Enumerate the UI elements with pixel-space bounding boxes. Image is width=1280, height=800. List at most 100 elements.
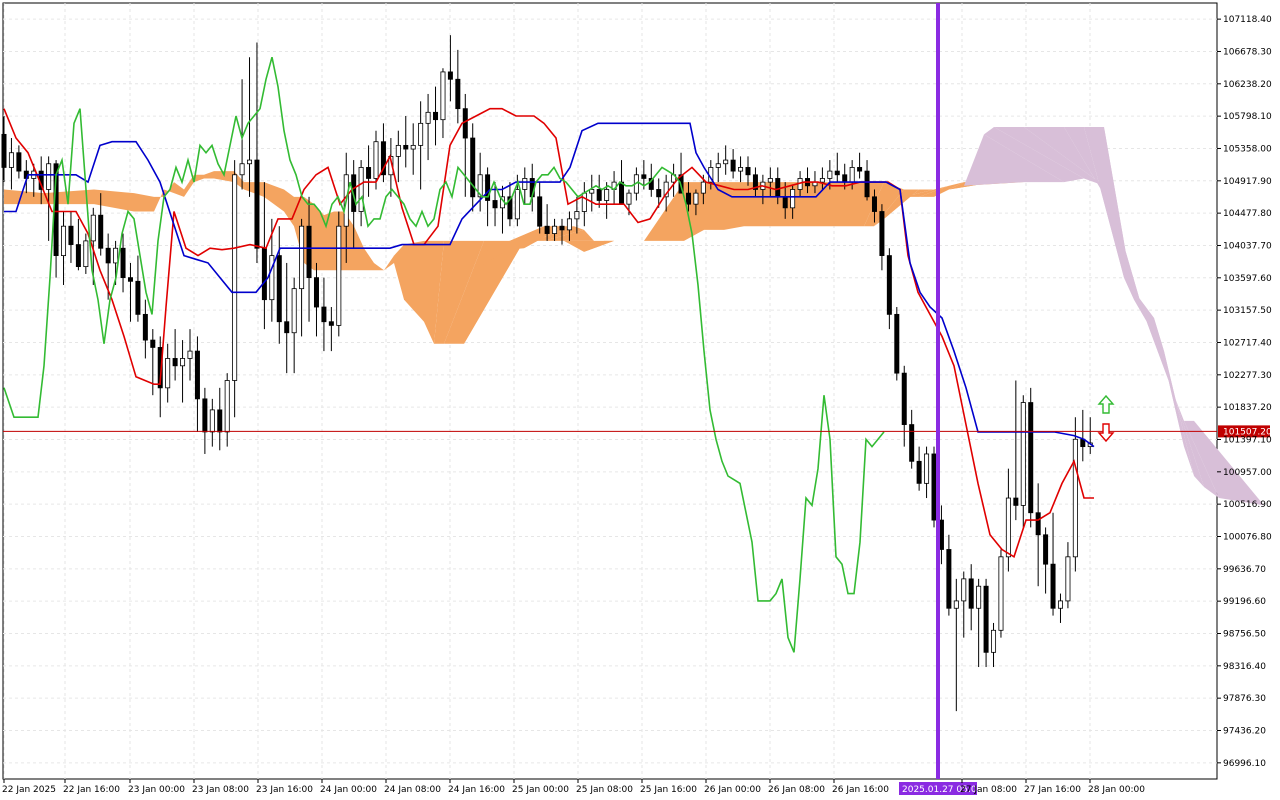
x-tick-label: 24 Jan 08:00: [384, 785, 441, 795]
x-tick-label: 26 Jan 08:00: [768, 785, 825, 795]
x-tick-label: 28 Jan 00:00: [1088, 785, 1145, 795]
candle-body-bear: [544, 225, 550, 234]
y-tick-label: 105798.10: [1223, 112, 1272, 122]
y-tick-label: 106678.30: [1223, 47, 1272, 57]
candle-body-bull: [581, 192, 587, 212]
y-tick-label: 97436.20: [1223, 726, 1266, 736]
candle-body-bear: [142, 313, 148, 341]
candle-body-bear: [968, 578, 974, 609]
candle-body-bear: [886, 255, 892, 315]
x-tick-label: 25 Jan 08:00: [576, 785, 633, 795]
candle-body-bear: [284, 321, 290, 334]
candle-body-bear: [871, 196, 877, 212]
x-tick-label: 26 Jan 16:00: [832, 785, 889, 795]
y-tick-label: 103597.60: [1223, 274, 1272, 284]
candle-body-bull: [715, 163, 721, 168]
candle-body-bear: [619, 181, 625, 205]
candle-body-bear: [306, 225, 312, 279]
candle: [336, 211, 342, 337]
y-tick-label: 105358.00: [1223, 144, 1272, 154]
candle-body-bull: [180, 358, 186, 367]
candle-body-bear: [366, 167, 372, 179]
candle-body-bear: [782, 196, 788, 209]
candle-body-bear: [909, 424, 915, 462]
y-tick-label: 96996.10: [1223, 759, 1266, 769]
candle-body-bull: [418, 122, 424, 146]
y-tick-label: 106238.20: [1223, 80, 1272, 90]
candle-body-bear: [98, 214, 104, 249]
candle-body-bull: [700, 181, 706, 194]
y-tick-label: 99196.60: [1223, 597, 1266, 607]
candle-body-bear: [16, 152, 22, 172]
x-tick-label: 25 Jan 16:00: [640, 785, 697, 795]
y-tick-label: 100076.80: [1223, 532, 1272, 542]
candle-body-bull: [8, 152, 14, 168]
cloud-segment: [324, 211, 334, 271]
candle-body-bull: [819, 178, 825, 183]
candle-body-bear: [1, 133, 7, 168]
candle-body-bull: [113, 247, 119, 264]
candle-body-bull: [358, 167, 364, 212]
candle-body-bull: [626, 192, 632, 205]
candle-body-bear: [68, 225, 74, 245]
candle-body-bull: [604, 189, 610, 201]
candle-body-bull: [574, 211, 580, 220]
candle-body-bear: [537, 196, 543, 227]
candle-body-bear: [202, 398, 208, 433]
grid: [2, 2, 1218, 780]
y-tick-label: 97876.30: [1223, 694, 1266, 704]
candle-body-bear: [559, 225, 565, 231]
candle-body-bull: [998, 556, 1004, 631]
cloud-segment: [704, 182, 724, 230]
x-tick-label: 26 Jan 00:00: [704, 785, 761, 795]
candle-body-bull: [165, 358, 171, 389]
candle-body-bull: [767, 178, 773, 183]
candle-body-bear: [894, 313, 900, 374]
candle-body-bull: [1057, 600, 1063, 609]
candle-body-bear: [447, 71, 453, 80]
candle-body-bull: [522, 178, 528, 190]
candle-body-bear: [834, 170, 840, 176]
candle-body-bear: [217, 409, 223, 433]
candle-body-bear: [492, 200, 498, 209]
candle-body-bull: [849, 167, 855, 183]
candle-body-bull: [440, 71, 446, 121]
candle: [998, 549, 1004, 638]
candle-body-bull: [1005, 497, 1011, 558]
y-tick-label: 107118.40: [1223, 15, 1272, 25]
candle-body-bull: [291, 288, 297, 334]
candle-body-bear: [75, 244, 81, 268]
candle-body-bear: [127, 277, 133, 282]
x-tick-label: 23 Jan 16:00: [256, 785, 313, 795]
candle-body-bear: [842, 174, 848, 183]
y-tick-label: 101837.20: [1223, 403, 1272, 413]
candle-body-bull: [299, 225, 305, 290]
candle-body-bull: [566, 218, 572, 231]
candle: [1072, 417, 1078, 572]
candle-body-bear: [135, 280, 141, 315]
plot-frame: [2, 2, 1218, 780]
candle-body-bear: [946, 549, 952, 609]
candle-body-bear: [730, 159, 736, 172]
candle-body-bull: [827, 170, 833, 179]
candle-body-bull: [46, 163, 52, 190]
candle-body-bull: [224, 380, 230, 433]
candle-body-bull: [924, 453, 930, 484]
y-tick-label: 102717.40: [1223, 338, 1272, 348]
candle-body-bear: [105, 247, 111, 264]
candle-body-bull: [976, 585, 982, 609]
x-tick-label: 27 Jan 16:00: [1024, 785, 1081, 795]
y-tick-label: 98316.40: [1223, 662, 1266, 672]
candle-body-bear: [1043, 534, 1049, 565]
candle-body-bear: [1050, 563, 1056, 609]
x-tick-label: 23 Jan 08:00: [192, 785, 249, 795]
candle-body-bull: [425, 111, 431, 124]
candle-body-bear: [1028, 402, 1034, 514]
candle-body-bull: [991, 629, 997, 653]
candle-body-bull: [410, 144, 416, 150]
x-tick-label: 23 Jan 00:00: [128, 785, 185, 795]
candle-body-bull: [738, 167, 744, 172]
y-tick-label: 101397.10: [1223, 435, 1272, 445]
y-tick-label: 104917.90: [1223, 177, 1272, 187]
candle-body-bull: [83, 240, 89, 268]
